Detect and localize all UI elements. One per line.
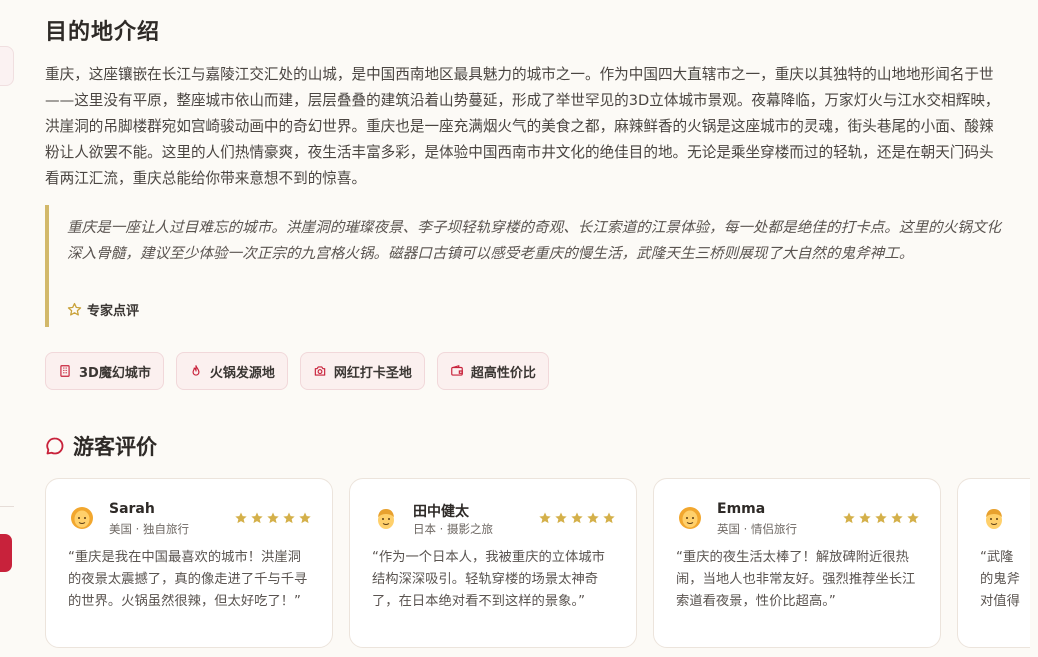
star-icon <box>235 512 247 524</box>
avatar-woman-icon <box>679 507 701 529</box>
building-icon <box>60 365 70 377</box>
star-icon <box>555 512 567 524</box>
reviews-heading: 游客评价 <box>45 431 157 461</box>
star-icon <box>571 512 583 524</box>
tag-hotpot[interactable]: 火锅发源地 <box>175 352 288 390</box>
tag-checkin[interactable]: 网红打卡圣地 <box>299 352 425 390</box>
expert-quote-text: 重庆是一座让人过目难忘的城市。洪崖洞的璀璨夜景、李子坝轻轨穿楼的奇观、长江索道的… <box>67 219 1002 262</box>
avatar-woman-icon <box>71 507 93 529</box>
reviews-title: 游客评价 <box>73 434 157 459</box>
review-text: “重庆是我在中国最喜欢的城市！洪崖洞的夜景太震撼了，真的像走进了千与千寻的世界。… <box>68 550 308 609</box>
star-icon <box>907 512 919 524</box>
star-icon <box>267 512 279 524</box>
star-icon <box>299 512 311 524</box>
section-title: 目的地介绍 <box>45 19 161 45</box>
avatar-man-icon <box>986 509 1002 529</box>
flame-icon <box>192 365 200 376</box>
reviewer-meta: 美国 · 独自旅行 <box>109 522 189 536</box>
feature-tags: 3D魔幻城市 火锅发源地 网红打卡圣地 超高性价比 <box>45 352 549 390</box>
review-text: “武隆的鬼斧对值得 <box>980 550 1020 609</box>
tag-label: 网红打卡圣地 <box>333 365 412 381</box>
expert-label-text: 专家点评 <box>87 304 140 319</box>
avatar-man-icon <box>378 509 394 529</box>
side-action-button[interactable] <box>0 534 12 572</box>
rating-stars <box>538 511 616 525</box>
chat-bubble-icon <box>46 437 64 455</box>
reviewer-meta: 英国 · 情侣旅行 <box>717 522 797 536</box>
expert-label: 专家点评 <box>67 300 139 319</box>
side-divider <box>0 506 14 507</box>
rating-stars <box>842 511 920 525</box>
star-icon <box>283 512 295 524</box>
expert-quote: 重庆是一座让人过目难忘的城市。洪崖洞的璀璨夜景、李子坝轻轨穿楼的奇观、长江索道的… <box>45 205 1004 327</box>
review-card: 田中健太 日本 · 摄影之旅 “作为一个日本人，我被重庆的立体城市结构深深吸引。… <box>349 478 637 648</box>
reviewer-name: 田中健太 <box>413 504 469 520</box>
star-icon <box>843 512 855 524</box>
star-icon <box>587 512 599 524</box>
camera-icon <box>314 366 326 376</box>
review-card: “武隆的鬼斧对值得 <box>957 478 1030 648</box>
star-icon <box>891 512 903 524</box>
star-icon <box>875 512 887 524</box>
tag-value[interactable]: 超高性价比 <box>436 352 549 390</box>
reviewer-name: Sarah <box>109 501 155 517</box>
reviewer-name: Emma <box>717 501 766 517</box>
star-icon <box>251 512 263 524</box>
side-panel-edge <box>0 46 14 86</box>
review-text: “重庆的夜生活太棒了！解放碑附近很热闹，当地人也非常友好。强烈推荐坐长江索道看夜… <box>676 550 916 609</box>
reviewer-meta: 日本 · 摄影之旅 <box>413 522 493 536</box>
star-outline-icon <box>67 302 82 316</box>
tag-label: 火锅发源地 <box>209 365 275 381</box>
star-icon <box>539 512 551 524</box>
tag-3d-city[interactable]: 3D魔幻城市 <box>45 352 164 390</box>
wallet-icon <box>451 364 463 376</box>
review-text: “作为一个日本人，我被重庆的立体城市结构深深吸引。轻轨穿楼的场景太神奇了，在日本… <box>372 550 605 609</box>
tag-label: 超高性价比 <box>470 365 536 381</box>
intro-paragraph: 重庆，这座镶嵌在长江与嘉陵江交汇处的山城，是中国西南地区最具魅力的城市之一。作为… <box>45 66 1000 187</box>
rating-stars <box>234 511 312 525</box>
tag-label: 3D魔幻城市 <box>79 365 151 381</box>
review-card: Sarah 美国 · 独自旅行 “重庆是我在中国最喜欢的城市！洪崖洞的夜景太震撼… <box>45 478 333 648</box>
star-icon <box>603 512 615 524</box>
star-icon <box>859 512 871 524</box>
review-card: Emma 英国 · 情侣旅行 “重庆的夜生活太棒了！解放碑附近很热闹，当地人也非… <box>653 478 941 648</box>
reviews-carousel[interactable]: Sarah 美国 · 独自旅行 “重庆是我在中国最喜欢的城市！洪崖洞的夜景太震撼… <box>45 478 1030 657</box>
